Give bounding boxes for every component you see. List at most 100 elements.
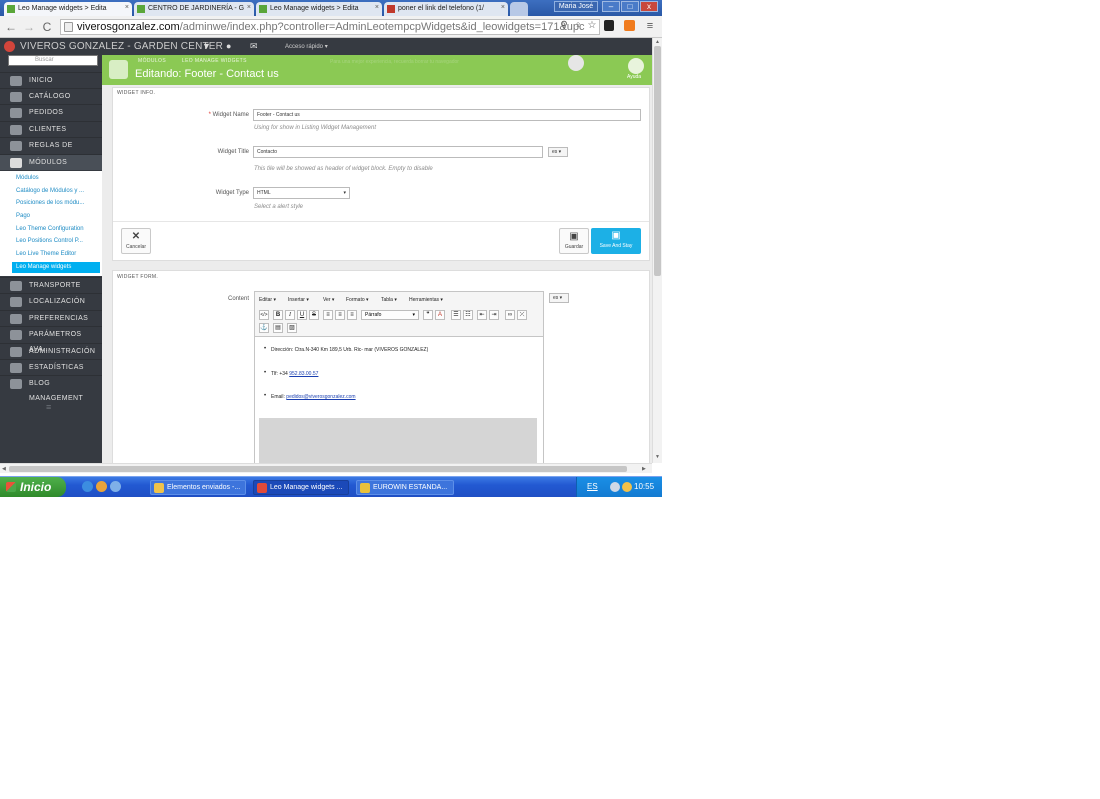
paragraph-format-select[interactable]: Párrafo ▾: [361, 310, 419, 320]
indent-icon[interactable]: ⇥: [489, 310, 499, 320]
sidebar-item-inicio[interactable]: INICIO: [0, 72, 102, 88]
widget-title-input[interactable]: Contacto: [253, 146, 543, 158]
breadcrumb-item[interactable]: MÓDULOS: [138, 58, 166, 64]
cart-icon[interactable]: ▼: [202, 41, 211, 51]
profile-button[interactable]: Maria José: [554, 1, 598, 12]
submenu-item-leo-positions-control[interactable]: Leo Positions Control P...: [16, 238, 83, 244]
italic-icon[interactable]: I: [285, 310, 295, 320]
help-label[interactable]: Ayuda: [627, 74, 641, 80]
blockquote-icon[interactable]: ❞: [423, 310, 433, 320]
editor-menu-tabla[interactable]: Tabla ▾: [381, 297, 397, 303]
sidebar-collapse-icon[interactable]: ≡: [46, 402, 51, 412]
numbered-list-icon[interactable]: ☷: [463, 310, 473, 320]
quicklaunch-ie-icon[interactable]: [110, 481, 121, 492]
breadcrumb-item[interactable]: LEO MANAGE WIDGETS: [182, 58, 247, 64]
sidebar-search-input[interactable]: Buscar: [8, 55, 98, 66]
image-icon[interactable]: ▨: [287, 323, 297, 333]
submenu-item-posiciones[interactable]: Posiciones de los módu...: [16, 200, 84, 206]
editor-content-area[interactable]: Dirección: Ctra.N-340 Km 189,5 Urb. Ric-…: [255, 336, 543, 463]
text-color-icon[interactable]: A: [435, 310, 445, 320]
unlink-icon[interactable]: ⤫: [517, 310, 527, 320]
new-tab-button[interactable]: [510, 2, 528, 16]
vertical-scrollbar[interactable]: ▲ ▼: [652, 38, 662, 463]
language-indicator[interactable]: ES: [587, 482, 598, 491]
sidebar-item-administracion[interactable]: ADMINISTRACIÓN: [0, 343, 102, 359]
sidebar-item-catalogo[interactable]: CATÁLOGO: [0, 88, 102, 104]
taskbar-item-eurowin[interactable]: EUROWIN ESTANDA...: [356, 480, 454, 495]
sidebar-item-blog-management[interactable]: BLOG MANAGEMENT: [0, 375, 102, 402]
sidebar-item-estadisticas[interactable]: ESTADÍSTICAS: [0, 359, 102, 375]
extension-icon[interactable]: [604, 20, 614, 31]
extension-chart-icon[interactable]: [624, 20, 635, 31]
close-tab-icon[interactable]: ×: [125, 4, 129, 11]
tab-centro-jardineria[interactable]: CENTRO DE JARDINERÍA - G ×: [134, 2, 254, 16]
save-button[interactable]: ▣ Guardar: [559, 228, 589, 254]
menu-icon[interactable]: ≡: [644, 20, 656, 32]
start-button[interactable]: Inicio: [0, 477, 66, 497]
horizontal-scrollbar[interactable]: ◀ ▶: [0, 463, 652, 473]
editor-menu-editar[interactable]: Editar ▾: [259, 297, 276, 303]
widget-type-select[interactable]: HTML ▾: [253, 187, 350, 199]
tab-leo-manage-widgets-2[interactable]: Leo Manage widgets > Edita ×: [256, 2, 382, 16]
sidebar-item-modulos[interactable]: MÓDULOS: [0, 154, 102, 170]
anchor-icon[interactable]: ⚓: [259, 323, 269, 333]
quicklaunch-folder-icon[interactable]: [96, 481, 107, 492]
minimize-button[interactable]: –: [602, 1, 620, 12]
tab-poner-link-telefono[interactable]: poner el link del telefono (1/ ×: [384, 2, 508, 16]
submenu-item-catalogo-modulos[interactable]: Catálogo de Módulos y ...: [16, 188, 84, 194]
taskbar-item-outlook[interactable]: Elementos enviados -...: [150, 480, 246, 495]
sidebar-item-clientes[interactable]: CLIENTES: [0, 121, 102, 137]
sidebar-item-transporte[interactable]: TRANSPORTE: [0, 277, 102, 293]
key-icon[interactable]: ♀: [572, 20, 584, 32]
submenu-item-leo-live-theme-editor[interactable]: Leo Live Theme Editor: [16, 251, 76, 257]
video-icon[interactable]: ▤: [273, 323, 283, 333]
volume-icon[interactable]: [610, 482, 620, 492]
close-window-button[interactable]: x: [640, 1, 658, 12]
email-link[interactable]: pedidos@viverosgonzalez.com: [286, 394, 355, 400]
shop-name[interactable]: VIVEROS GONZALEZ - GARDEN CENTER: [20, 41, 223, 52]
bold-icon[interactable]: B: [273, 310, 283, 320]
maximize-button[interactable]: □: [621, 1, 639, 12]
link-icon[interactable]: ∞: [505, 310, 515, 320]
taskbar-item-chrome[interactable]: Leo Manage widgets ...: [253, 480, 349, 495]
editor-menu-ver[interactable]: Ver ▾: [323, 297, 334, 303]
editor-menu-insertar[interactable]: Insertar ▾: [288, 297, 309, 303]
help-icon[interactable]: [628, 58, 644, 74]
sidebar-item-preferencias[interactable]: PREFERENCIAS: [0, 310, 102, 326]
user-icon[interactable]: ●: [226, 41, 231, 51]
sidebar-item-pedidos[interactable]: PEDIDOS: [0, 104, 102, 120]
submenu-item-pago[interactable]: Pago: [16, 213, 30, 219]
sidebar-item-localizacion[interactable]: LOCALIZACIÓN: [0, 293, 102, 309]
content-language-select[interactable]: es ▾: [549, 293, 569, 303]
sidebar-item-reglas-descuento[interactable]: REGLAS DE DESCU...: [0, 137, 102, 164]
tab-leo-manage-widgets[interactable]: Leo Manage widgets > Edita ×: [4, 2, 132, 16]
url-field[interactable]: viverosgonzalez.com/adminwe/index.php?co…: [60, 19, 600, 35]
back-button[interactable]: ←: [4, 20, 18, 34]
align-center-icon[interactable]: ≡: [335, 310, 345, 320]
align-left-icon[interactable]: ≡: [323, 310, 333, 320]
underline-icon[interactable]: U: [297, 310, 307, 320]
forward-button[interactable]: →: [22, 20, 36, 34]
source-code-icon[interactable]: </>: [259, 310, 269, 320]
reload-button[interactable]: C: [40, 20, 54, 34]
save-and-stay-button[interactable]: ▣ Save And Stay: [591, 228, 641, 254]
vertical-scroll-thumb[interactable]: [654, 46, 661, 276]
editor-menu-formato[interactable]: Formato ▾: [346, 297, 369, 303]
close-tab-icon[interactable]: ×: [375, 4, 379, 11]
messenger-icon[interactable]: [622, 482, 632, 492]
phone-link[interactable]: 952.83.00.57: [289, 371, 318, 377]
submenu-item-modulos[interactable]: Módulos: [16, 175, 39, 181]
horizontal-scroll-thumb[interactable]: [9, 466, 627, 472]
submenu-item-leo-theme-configuration[interactable]: Leo Theme Configuration: [16, 226, 84, 232]
outdent-icon[interactable]: ⇤: [477, 310, 487, 320]
cancel-button[interactable]: ✕ Cancelar: [121, 228, 151, 254]
sidebar-item-parametros-avanzados[interactable]: PARÁMETROS AVA...: [0, 326, 102, 353]
editor-menu-herramientas[interactable]: Herramientas ▾: [409, 297, 443, 303]
widget-name-input[interactable]: Footer - Contact us: [253, 109, 641, 121]
search-icon[interactable]: ⚲: [558, 20, 570, 32]
quick-access-menu[interactable]: Acceso rápido ▾: [285, 43, 328, 50]
close-tab-icon[interactable]: ×: [501, 4, 505, 11]
avatar[interactable]: [568, 55, 584, 71]
title-language-select[interactable]: es ▾: [548, 147, 568, 157]
quicklaunch-chrome-icon[interactable]: [82, 481, 93, 492]
